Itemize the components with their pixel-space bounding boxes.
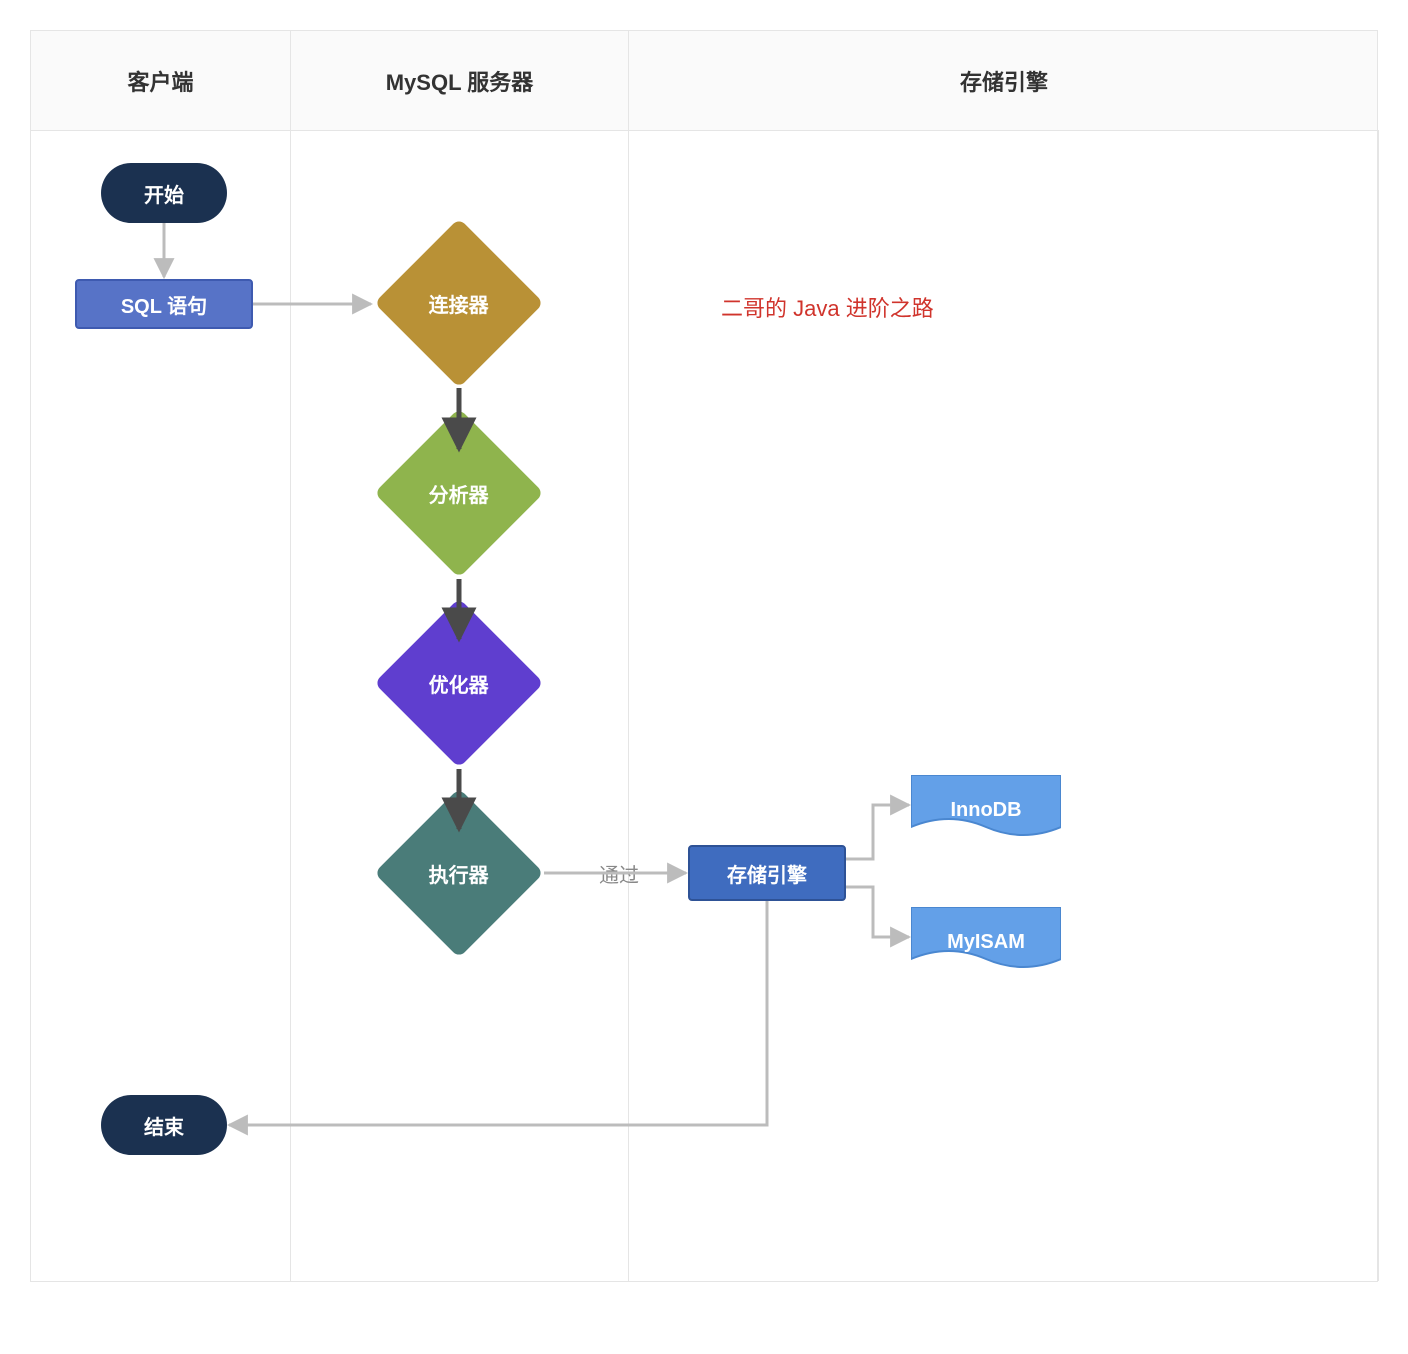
lane-headers: 客户端 MySQL 服务器 存储引擎: [31, 31, 1377, 131]
node-innodb: InnoDB: [911, 775, 1061, 845]
lane-header-client: 客户端: [31, 31, 291, 131]
watermark-note: 二哥的 Java 进阶之路: [721, 291, 934, 323]
edge-label-through: 通过: [599, 859, 639, 888]
node-start: 开始: [101, 163, 227, 223]
node-myisam: MyISAM: [911, 907, 1061, 977]
lane-header-engine: 存储引擎: [629, 31, 1379, 131]
mysql-architecture-diagram: 客户端 MySQL 服务器 存储引擎 开始 SQL 语句 连接器 分析器 优化器…: [30, 30, 1378, 1282]
node-end: 结束: [101, 1095, 227, 1155]
node-sql: SQL 语句: [75, 279, 253, 329]
diagram-body: 开始 SQL 语句 连接器 分析器 优化器 执行器 存储引擎 InnoDB: [31, 131, 1377, 1281]
lane-header-server: MySQL 服务器: [291, 31, 629, 131]
node-storage: 存储引擎: [688, 845, 846, 901]
